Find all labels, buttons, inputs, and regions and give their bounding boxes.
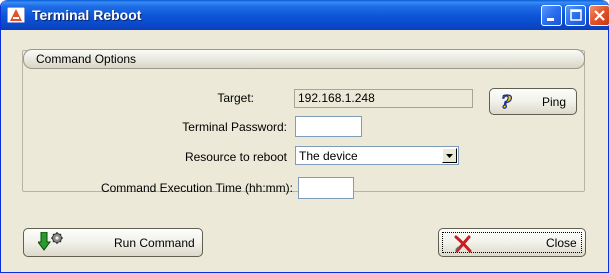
- red-x-icon: [454, 235, 472, 253]
- minimize-button[interactable]: [541, 5, 562, 26]
- resource-select[interactable]: The device: [295, 146, 459, 165]
- maximize-button[interactable]: [565, 5, 586, 26]
- close-icon: [594, 10, 605, 21]
- question-mark-icon: ?: [500, 92, 512, 112]
- run-command-label: Run Command: [114, 236, 195, 250]
- arrow-gear-icon: [38, 232, 63, 251]
- minimize-icon: [547, 18, 554, 21]
- svg-text:?: ?: [501, 92, 512, 112]
- ping-button[interactable]: ? Ping: [489, 88, 577, 115]
- close-window-button[interactable]: [589, 5, 609, 26]
- exec-time-input[interactable]: [298, 177, 354, 199]
- group-title: Command Options: [36, 52, 137, 66]
- command-options-header: Command Options: [23, 49, 585, 69]
- maximize-icon: [570, 9, 582, 21]
- close-button[interactable]: Close: [438, 228, 586, 257]
- target-label: Target:: [217, 91, 254, 105]
- chevron-down-icon: [446, 154, 453, 158]
- run-command-button[interactable]: Run Command: [23, 228, 203, 257]
- title-bar[interactable]: Terminal Reboot: [1, 0, 609, 30]
- target-field: 192.168.1.248: [294, 89, 473, 108]
- terminal-reboot-window: Terminal Reboot Command Options Target: …: [0, 0, 609, 273]
- window-title: Terminal Reboot: [32, 7, 142, 23]
- dropdown-button[interactable]: [442, 148, 457, 163]
- ping-label: Ping: [542, 95, 567, 109]
- target-value: 192.168.1.248: [298, 91, 375, 105]
- close-label: Close: [546, 236, 577, 250]
- resource-label: Resource to reboot: [184, 150, 287, 164]
- password-label: Terminal Password:: [182, 120, 287, 134]
- resource-selected-value: The device: [299, 149, 358, 163]
- app-logo-icon: [7, 7, 25, 23]
- password-input[interactable]: [295, 116, 362, 137]
- exec-time-label: Command Execution Time (hh:mm):: [100, 181, 293, 195]
